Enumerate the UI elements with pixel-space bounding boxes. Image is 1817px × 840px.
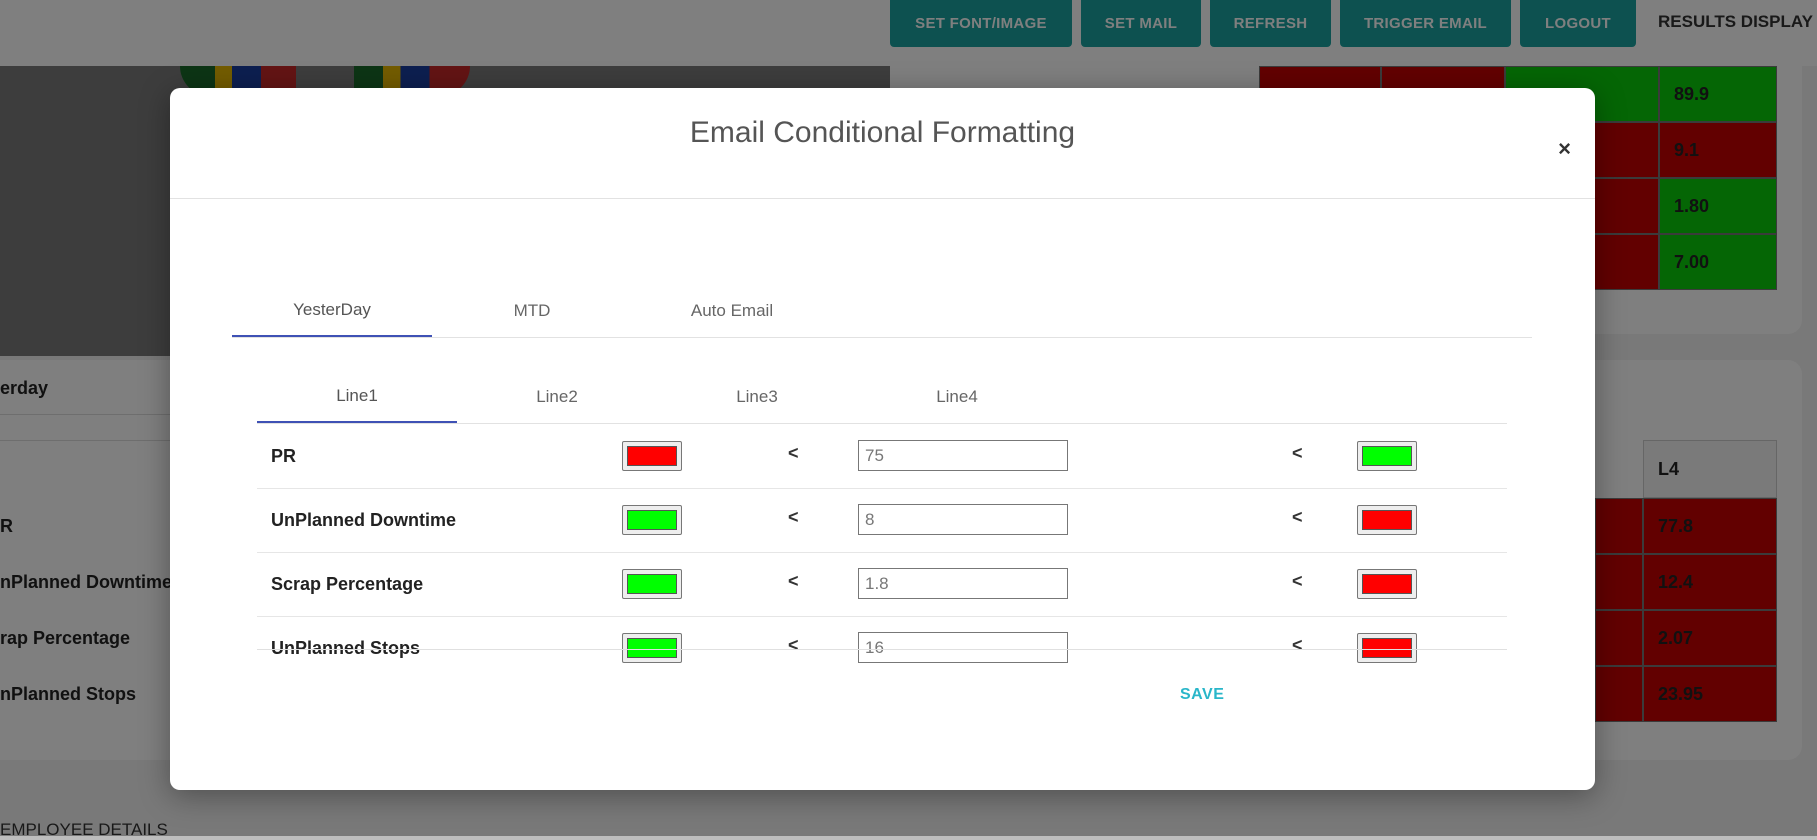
rule-row-scrap-percentage: Scrap Percentage < < <box>257 552 1507 617</box>
less-than-operator: < <box>1292 571 1303 591</box>
above-color-picker[interactable] <box>1357 505 1417 535</box>
color-swatch <box>1362 638 1412 658</box>
threshold-input[interactable] <box>858 632 1068 663</box>
above-color-picker[interactable] <box>1357 441 1417 471</box>
modal-title: Email Conditional Formatting <box>689 116 1076 149</box>
below-color-picker[interactable] <box>622 441 682 471</box>
color-swatch <box>627 638 677 658</box>
tab-mtd[interactable]: MTD <box>432 285 632 337</box>
below-color-picker[interactable] <box>622 569 682 599</box>
less-than-operator: < <box>1292 635 1303 655</box>
tab-line3[interactable]: Line3 <box>657 371 857 423</box>
rule-label: Scrap Percentage <box>271 574 424 594</box>
rule-row-unplanned-downtime: UnPlanned Downtime < < <box>257 488 1507 553</box>
rule-row-pr: PR < < <box>257 424 1507 489</box>
below-color-picker[interactable] <box>622 505 682 535</box>
rule-label: UnPlanned Downtime <box>271 510 457 530</box>
above-color-picker[interactable] <box>1357 569 1417 599</box>
below-color-picker[interactable] <box>622 633 682 663</box>
tab-line2[interactable]: Line2 <box>457 371 657 423</box>
rule-row-unplanned-stops: UnPlanned Stops < < <box>257 616 1507 680</box>
less-than-operator: < <box>1292 443 1303 463</box>
divider <box>257 649 1507 650</box>
tab-line4[interactable]: Line4 <box>857 371 1057 423</box>
color-swatch <box>1362 446 1412 466</box>
color-swatch <box>1362 510 1412 530</box>
tab-line1[interactable]: Line1 <box>257 371 457 423</box>
modal-header: Email Conditional Formatting × <box>170 88 1595 199</box>
color-swatch <box>627 446 677 466</box>
threshold-input[interactable] <box>858 440 1068 471</box>
email-conditional-formatting-modal: Email Conditional Formatting × YesterDay… <box>170 88 1595 790</box>
less-than-operator: < <box>788 507 799 527</box>
line-tabs: Line1 Line2 Line3 Line4 <box>257 371 1507 424</box>
less-than-operator: < <box>788 571 799 591</box>
above-color-picker[interactable] <box>1357 633 1417 663</box>
tab-yesterday[interactable]: YesterDay <box>232 285 432 337</box>
tab-auto-email[interactable]: Auto Email <box>632 285 832 337</box>
rule-label: PR <box>271 446 297 466</box>
threshold-input[interactable] <box>858 504 1068 535</box>
less-than-operator: < <box>788 635 799 655</box>
less-than-operator: < <box>788 443 799 463</box>
color-swatch <box>627 510 677 530</box>
close-icon[interactable]: × <box>1558 138 1571 160</box>
color-swatch <box>1362 574 1412 594</box>
less-than-operator: < <box>1292 507 1303 527</box>
threshold-input[interactable] <box>858 568 1068 599</box>
period-tabs: YesterDay MTD Auto Email <box>232 285 1532 338</box>
save-button[interactable]: SAVE <box>1180 686 1224 704</box>
color-swatch <box>627 574 677 594</box>
